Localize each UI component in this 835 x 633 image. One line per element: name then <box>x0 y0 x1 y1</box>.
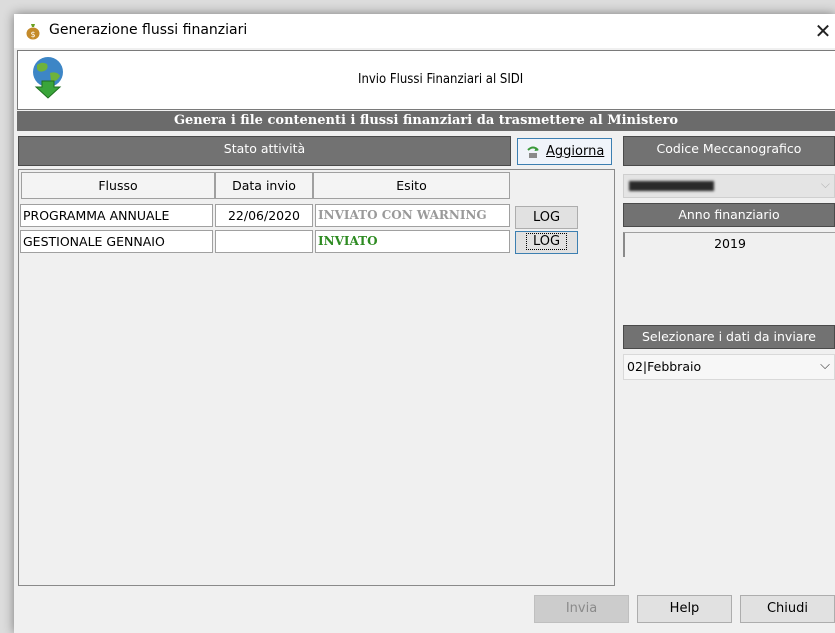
flussi-table-panel: Flusso Data invio Esito PROGRAMMA ANNUAL… <box>18 169 615 586</box>
chevron-down-icon: ⌵ <box>820 177 830 191</box>
window-title: Generazione flussi finanziari <box>49 22 248 38</box>
data-invio-cell: 22/06/2020 <box>215 204 313 227</box>
stato-attivita-header: Stato attività <box>18 136 511 166</box>
header-title: Invio Flussi Finanziari al SIDI <box>358 72 524 87</box>
close-icon[interactable]: ✕ <box>811 14 835 48</box>
header-panel: Invio Flussi Finanziari al SIDI <box>17 50 835 110</box>
esito-cell: INVIATO CON WARNING <box>315 204 510 227</box>
title-bar: $ Generazione flussi finanziari ✕ <box>14 14 835 48</box>
aggiorna-label: Aggiorna <box>546 144 605 159</box>
invia-button[interactable]: Invia <box>534 595 629 623</box>
description-banner: Genera i file contenenti i flussi finanz… <box>17 111 835 131</box>
esito-cell: INVIATO <box>315 230 510 253</box>
column-header-flusso: Flusso <box>21 172 215 199</box>
redacted-value <box>629 181 714 191</box>
help-button[interactable]: Help <box>637 595 732 623</box>
globe-download-icon <box>33 57 63 99</box>
anno-finanziario-header: Anno finanziario <box>623 203 835 227</box>
log-button[interactable]: LOG <box>515 206 578 229</box>
flusso-cell: GESTIONALE GENNAIO <box>20 230 213 253</box>
mese-select[interactable]: 02|Febbraio ⌵ <box>623 354 835 380</box>
money-bag-icon: $ <box>26 24 40 40</box>
aggiorna-button[interactable]: Aggiorna <box>517 138 612 165</box>
data-invio-cell <box>215 230 313 253</box>
flusso-cell: PROGRAMMA ANNUALE <box>20 204 213 227</box>
mese-select-value: 02|Febbraio <box>627 359 702 374</box>
column-header-esito: Esito <box>313 172 510 199</box>
selezionare-dati-header: Selezionare i dati da inviare <box>623 325 835 349</box>
codice-meccanografico-header: Codice Meccanografico <box>623 136 835 166</box>
chiudi-button[interactable]: Chiudi <box>740 595 835 623</box>
codice-meccanografico-select[interactable]: ⌵ <box>623 174 835 198</box>
column-header-data-invio: Data invio <box>215 172 313 199</box>
dialog-window: $ Generazione flussi finanziari ✕ Invio … <box>14 14 835 633</box>
chevron-down-icon: ⌵ <box>820 358 830 373</box>
log-label: LOG <box>525 233 568 250</box>
refresh-icon <box>527 146 539 158</box>
svg-text:$: $ <box>30 30 35 39</box>
anno-finanziario-field: 2019 <box>623 232 835 257</box>
log-button[interactable]: LOG <box>515 231 578 254</box>
